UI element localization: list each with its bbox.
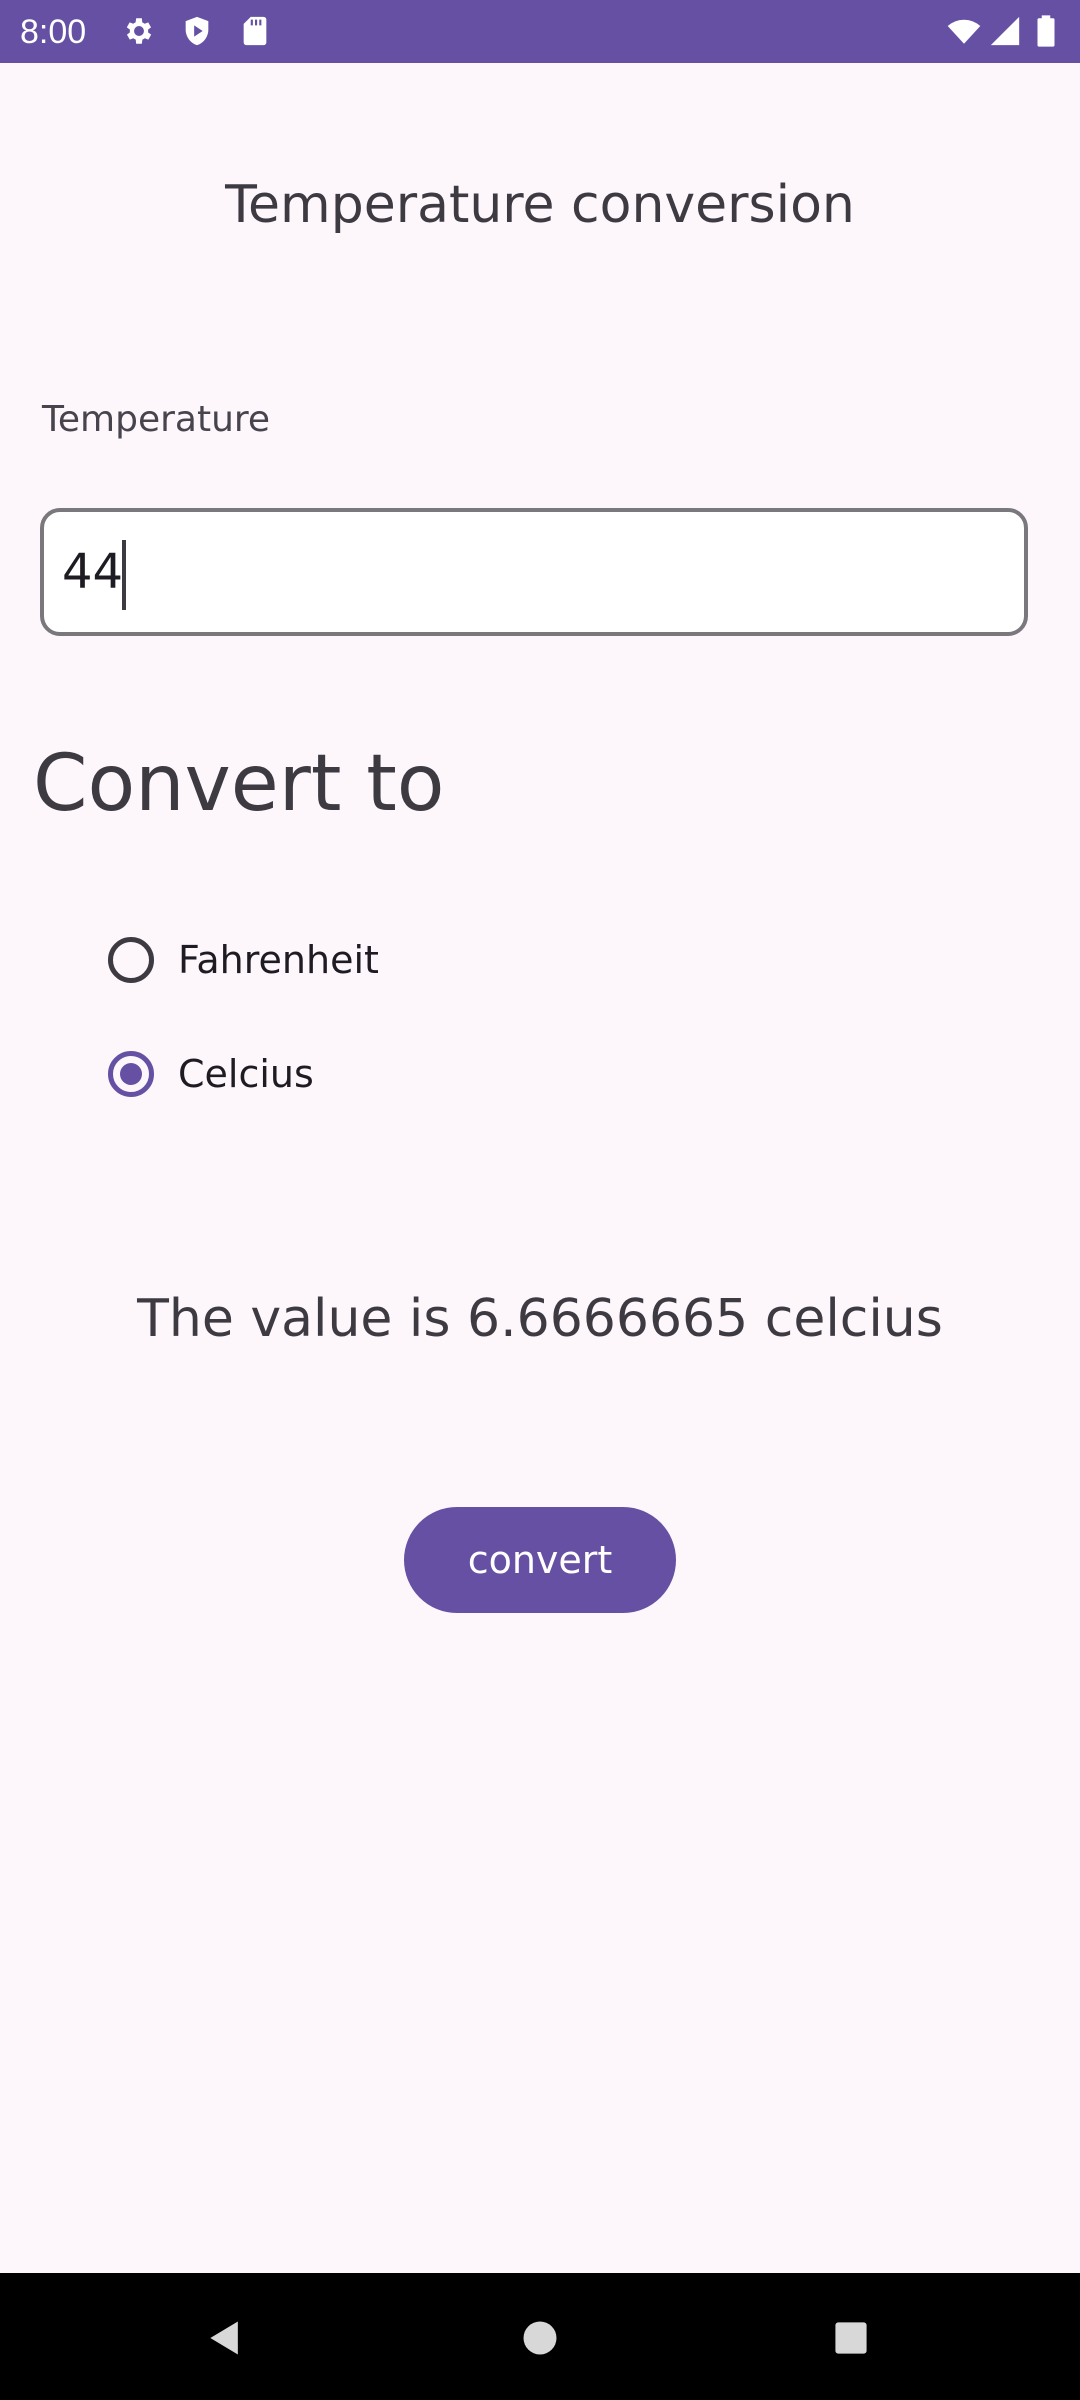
radio-option-celcius[interactable]: Celcius <box>108 1044 314 1104</box>
radio-unchecked-icon[interactable] <box>108 937 154 983</box>
convert-to-heading: Convert to <box>33 739 445 829</box>
sd-card-icon <box>238 14 272 48</box>
convert-button[interactable]: convert <box>404 1507 676 1613</box>
temperature-label: Temperature <box>42 399 271 440</box>
shield-play-icon <box>180 14 214 48</box>
radio-checked-icon[interactable] <box>108 1051 154 1097</box>
back-icon[interactable] <box>190 2303 260 2373</box>
page-title: Temperature conversion <box>225 175 855 235</box>
wifi-icon <box>944 14 984 48</box>
signal-icon <box>988 14 1022 48</box>
status-time: 8:00 <box>20 13 87 51</box>
text-cursor <box>122 540 126 610</box>
temperature-input[interactable] <box>62 512 1002 632</box>
radio-label-fahrenheit: Fahrenheit <box>178 938 379 982</box>
radio-label-celcius: Celcius <box>178 1052 314 1096</box>
result-text: The value is 6.6666665 celcius <box>137 1289 943 1349</box>
settings-icon <box>122 14 156 48</box>
status-bar: 8:00 <box>0 0 1080 63</box>
recents-icon[interactable] <box>816 2303 886 2373</box>
temperature-field[interactable] <box>40 508 1028 636</box>
home-icon[interactable] <box>505 2303 575 2373</box>
radio-option-fahrenheit[interactable]: Fahrenheit <box>108 930 379 990</box>
battery-icon <box>1034 14 1058 48</box>
navigation-bar <box>0 2273 1080 2400</box>
